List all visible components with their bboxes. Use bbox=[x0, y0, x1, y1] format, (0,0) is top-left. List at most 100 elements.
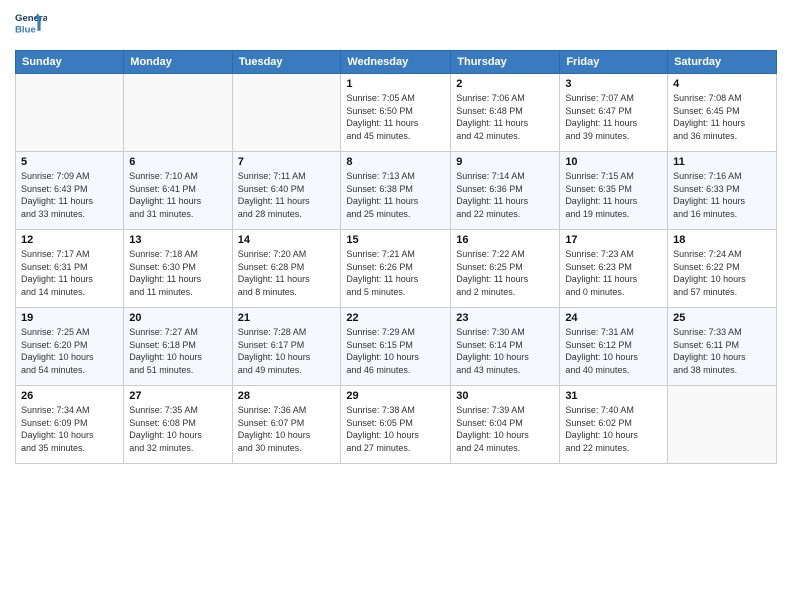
day-number: 13 bbox=[129, 234, 226, 246]
calendar-cell: 21Sunrise: 7:28 AMSunset: 6:17 PMDayligh… bbox=[232, 308, 341, 386]
day-info: Sunrise: 7:13 AMSunset: 6:38 PMDaylight:… bbox=[346, 170, 445, 220]
week-row-4: 19 Sunrise: 7:25 AMSunset: 6:20 PMDayligh… bbox=[16, 308, 777, 386]
day-number: 15 bbox=[346, 234, 445, 246]
calendar-cell: 19 Sunrise: 7:25 AMSunset: 6:20 PMDayligh… bbox=[16, 308, 124, 386]
day-info: Sunrise: 7:34 AMSunset: 6:09 PMDaylight:… bbox=[21, 404, 118, 454]
day-number: 1 bbox=[346, 78, 445, 90]
logo: GeneralBlue bbox=[15, 10, 47, 42]
header: GeneralBlue bbox=[15, 10, 777, 42]
weekday-header-sunday: Sunday bbox=[16, 51, 124, 74]
day-info: Sunrise: 7:22 AMSunset: 6:25 PMDaylight:… bbox=[456, 248, 554, 298]
day-number: 7 bbox=[238, 156, 336, 168]
day-number: 5 bbox=[21, 156, 118, 168]
day-number: 14 bbox=[238, 234, 336, 246]
weekday-header-friday: Friday bbox=[560, 51, 668, 74]
day-info: Sunrise: 7:15 AMSunset: 6:35 PMDaylight:… bbox=[565, 170, 662, 220]
day-info: Sunrise: 7:17 AMSunset: 6:31 PMDaylight:… bbox=[21, 248, 118, 298]
day-info: Sunrise: 7:18 AMSunset: 6:30 PMDaylight:… bbox=[129, 248, 226, 298]
svg-text:General: General bbox=[15, 13, 47, 24]
calendar-cell: 10 Sunrise: 7:15 AMSunset: 6:35 PMDayligh… bbox=[560, 152, 668, 230]
weekday-header-tuesday: Tuesday bbox=[232, 51, 341, 74]
day-info: Sunrise: 7:30 AMSunset: 6:14 PMDaylight:… bbox=[456, 326, 554, 376]
day-info: Sunrise: 7:39 AMSunset: 6:04 PMDaylight:… bbox=[456, 404, 554, 454]
day-number: 19 bbox=[21, 312, 118, 324]
weekday-header-monday: Monday bbox=[124, 51, 232, 74]
day-info: Sunrise: 7:40 AMSunset: 6:02 PMDaylight:… bbox=[565, 404, 662, 454]
calendar-cell: 29Sunrise: 7:38 AMSunset: 6:05 PMDayligh… bbox=[341, 386, 451, 464]
day-number: 18 bbox=[673, 234, 771, 246]
week-row-2: 5 Sunrise: 7:09 AMSunset: 6:43 PMDaylight… bbox=[16, 152, 777, 230]
day-info: Sunrise: 7:23 AMSunset: 6:23 PMDaylight:… bbox=[565, 248, 662, 298]
calendar-cell bbox=[124, 74, 232, 152]
calendar-cell: 16 Sunrise: 7:22 AMSunset: 6:25 PMDayligh… bbox=[451, 230, 560, 308]
day-info: Sunrise: 7:31 AMSunset: 6:12 PMDaylight:… bbox=[565, 326, 662, 376]
calendar-cell: 14 Sunrise: 7:20 AMSunset: 6:28 PMDayligh… bbox=[232, 230, 341, 308]
day-number: 4 bbox=[673, 78, 771, 90]
day-info: Sunrise: 7:14 AMSunset: 6:36 PMDaylight:… bbox=[456, 170, 554, 220]
week-row-3: 12 Sunrise: 7:17 AMSunset: 6:31 PMDayligh… bbox=[16, 230, 777, 308]
day-number: 2 bbox=[456, 78, 554, 90]
day-number: 8 bbox=[346, 156, 445, 168]
weekday-header-wednesday: Wednesday bbox=[341, 51, 451, 74]
day-info: Sunrise: 7:21 AMSunset: 6:26 PMDaylight:… bbox=[346, 248, 445, 298]
calendar-cell: 24 Sunrise: 7:31 AMSunset: 6:12 PMDayligh… bbox=[560, 308, 668, 386]
calendar-cell: 3Sunrise: 7:07 AMSunset: 6:47 PMDaylight… bbox=[560, 74, 668, 152]
day-number: 24 bbox=[565, 312, 662, 324]
calendar-cell: 17Sunrise: 7:23 AMSunset: 6:23 PMDayligh… bbox=[560, 230, 668, 308]
calendar-cell bbox=[668, 386, 777, 464]
day-info: Sunrise: 7:08 AMSunset: 6:45 PMDaylight:… bbox=[673, 92, 771, 142]
calendar-cell: 20 Sunrise: 7:27 AMSunset: 6:18 PMDayligh… bbox=[124, 308, 232, 386]
day-info: Sunrise: 7:06 AMSunset: 6:48 PMDaylight:… bbox=[456, 92, 554, 142]
calendar-cell: 25 Sunrise: 7:33 AMSunset: 6:11 PMDayligh… bbox=[668, 308, 777, 386]
calendar-cell: 2 Sunrise: 7:06 AMSunset: 6:48 PMDaylight… bbox=[451, 74, 560, 152]
weekday-header-saturday: Saturday bbox=[668, 51, 777, 74]
calendar-cell bbox=[16, 74, 124, 152]
day-number: 26 bbox=[21, 390, 118, 402]
day-info: Sunrise: 7:11 AMSunset: 6:40 PMDaylight:… bbox=[238, 170, 336, 220]
day-number: 23 bbox=[456, 312, 554, 324]
calendar-cell: 6Sunrise: 7:10 AMSunset: 6:41 PMDaylight… bbox=[124, 152, 232, 230]
day-number: 3 bbox=[565, 78, 662, 90]
day-info: Sunrise: 7:16 AMSunset: 6:33 PMDaylight:… bbox=[673, 170, 771, 220]
day-number: 12 bbox=[21, 234, 118, 246]
calendar-cell: 1Sunrise: 7:05 AMSunset: 6:50 PMDaylight… bbox=[341, 74, 451, 152]
day-number: 9 bbox=[456, 156, 554, 168]
day-info: Sunrise: 7:33 AMSunset: 6:11 PMDaylight:… bbox=[673, 326, 771, 376]
calendar-cell: 22 Sunrise: 7:29 AMSunset: 6:15 PMDayligh… bbox=[341, 308, 451, 386]
day-number: 20 bbox=[129, 312, 226, 324]
day-number: 10 bbox=[565, 156, 662, 168]
day-number: 16 bbox=[456, 234, 554, 246]
calendar-cell: 18 Sunrise: 7:24 AMSunset: 6:22 PMDayligh… bbox=[668, 230, 777, 308]
calendar-cell: 27Sunrise: 7:35 AMSunset: 6:08 PMDayligh… bbox=[124, 386, 232, 464]
calendar-cell: 12 Sunrise: 7:17 AMSunset: 6:31 PMDayligh… bbox=[16, 230, 124, 308]
day-info: Sunrise: 7:28 AMSunset: 6:17 PMDaylight:… bbox=[238, 326, 336, 376]
calendar-cell: 7 Sunrise: 7:11 AMSunset: 6:40 PMDaylight… bbox=[232, 152, 341, 230]
day-info: Sunrise: 7:27 AMSunset: 6:18 PMDaylight:… bbox=[129, 326, 226, 376]
calendar-cell: 4 Sunrise: 7:08 AMSunset: 6:45 PMDaylight… bbox=[668, 74, 777, 152]
day-number: 11 bbox=[673, 156, 771, 168]
calendar-cell: 23 Sunrise: 7:30 AMSunset: 6:14 PMDayligh… bbox=[451, 308, 560, 386]
calendar-cell: 15 Sunrise: 7:21 AMSunset: 6:26 PMDayligh… bbox=[341, 230, 451, 308]
calendar-cell: 26 Sunrise: 7:34 AMSunset: 6:09 PMDayligh… bbox=[16, 386, 124, 464]
calendar-cell: 13 Sunrise: 7:18 AMSunset: 6:30 PMDayligh… bbox=[124, 230, 232, 308]
calendar-cell bbox=[232, 74, 341, 152]
calendar-cell: 9 Sunrise: 7:14 AMSunset: 6:36 PMDaylight… bbox=[451, 152, 560, 230]
calendar-cell: 30 Sunrise: 7:39 AMSunset: 6:04 PMDayligh… bbox=[451, 386, 560, 464]
day-number: 25 bbox=[673, 312, 771, 324]
page: GeneralBlue SundayMondayTuesdayWednesday… bbox=[0, 0, 792, 612]
day-info: Sunrise: 7:20 AMSunset: 6:28 PMDaylight:… bbox=[238, 248, 336, 298]
weekday-header-thursday: Thursday bbox=[451, 51, 560, 74]
day-number: 30 bbox=[456, 390, 554, 402]
day-number: 27 bbox=[129, 390, 226, 402]
day-number: 22 bbox=[346, 312, 445, 324]
day-info: Sunrise: 7:29 AMSunset: 6:15 PMDaylight:… bbox=[346, 326, 445, 376]
calendar-cell: 5 Sunrise: 7:09 AMSunset: 6:43 PMDaylight… bbox=[16, 152, 124, 230]
calendar-cell: 8 Sunrise: 7:13 AMSunset: 6:38 PMDaylight… bbox=[341, 152, 451, 230]
week-row-1: 1Sunrise: 7:05 AMSunset: 6:50 PMDaylight… bbox=[16, 74, 777, 152]
logo-icon: GeneralBlue bbox=[15, 10, 47, 42]
calendar-table: SundayMondayTuesdayWednesdayThursdayFrid… bbox=[15, 50, 777, 464]
day-info: Sunrise: 7:09 AMSunset: 6:43 PMDaylight:… bbox=[21, 170, 118, 220]
day-info: Sunrise: 7:25 AMSunset: 6:20 PMDaylight:… bbox=[21, 326, 118, 376]
day-info: Sunrise: 7:38 AMSunset: 6:05 PMDaylight:… bbox=[346, 404, 445, 454]
day-info: Sunrise: 7:24 AMSunset: 6:22 PMDaylight:… bbox=[673, 248, 771, 298]
